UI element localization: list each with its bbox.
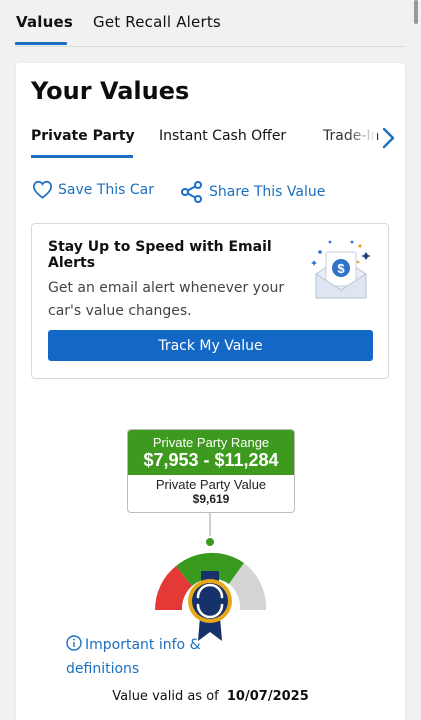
valid-prefix: Value valid as of bbox=[112, 689, 219, 704]
tab-values[interactable]: Values bbox=[16, 13, 73, 31]
track-my-value-button[interactable]: Track My Value bbox=[48, 330, 373, 361]
value-actions: Save This Car Share This Value bbox=[16, 178, 405, 208]
valid-date: 10/07/2025 bbox=[226, 689, 309, 704]
tab-private-party[interactable]: Private Party bbox=[31, 128, 135, 144]
value-type-tabs: Private Party Instant Cash Offer Trade-I… bbox=[16, 123, 405, 163]
value-valid-date: Value valid as of 10/07/2025 bbox=[16, 689, 405, 704]
top-tabs: Values Get Recall Alerts bbox=[0, 0, 405, 48]
svg-text:$: $ bbox=[337, 261, 345, 276]
important-info-label: Important info & definitions bbox=[66, 637, 201, 677]
alert-title: Stay Up to Speed with Email Alerts bbox=[48, 239, 272, 271]
tab-get-recall-alerts[interactable]: Get Recall Alerts bbox=[93, 13, 221, 31]
values-card: Your Values Private Party Instant Cash O… bbox=[16, 63, 405, 720]
share-value-button[interactable]: Share This Value bbox=[180, 180, 325, 204]
envelope-dollar-icon: $ bbox=[311, 240, 371, 299]
top-tabs-divider bbox=[15, 46, 405, 47]
range-value: $7,953 - $11,284 bbox=[143, 450, 279, 470]
save-car-label: Save This Car bbox=[58, 181, 154, 198]
value-gauge bbox=[154, 513, 267, 641]
private-party-value: $9,619 bbox=[192, 492, 230, 506]
tab-instant-cash-offer[interactable]: Instant Cash Offer bbox=[159, 128, 286, 144]
value-section: Private Party Value $9,619 bbox=[128, 475, 294, 506]
range-header: Private Party Range $7,953 - $11,284 bbox=[128, 430, 294, 475]
value-tab-indicator bbox=[31, 155, 133, 158]
important-info-link[interactable]: Important info & definitions bbox=[66, 633, 206, 681]
private-party-value-label: Private Party Value bbox=[155, 477, 267, 492]
range-label: Private Party Range bbox=[152, 435, 270, 450]
email-alert-promo: Stay Up to Speed with Email Alerts Get a… bbox=[31, 223, 389, 379]
chevron-right-icon[interactable] bbox=[377, 124, 399, 152]
price-range-box: Private Party Range $7,953 - $11,284 Pri… bbox=[127, 429, 295, 513]
share-nodes-icon bbox=[181, 181, 202, 203]
share-value-label: Share This Value bbox=[209, 184, 326, 200]
scrollbar-thumb[interactable] bbox=[414, 0, 418, 24]
active-tab-indicator bbox=[15, 42, 67, 45]
info-circle-icon bbox=[66, 635, 82, 651]
heart-outline-icon bbox=[32, 180, 53, 199]
page-title: Your Values bbox=[31, 77, 190, 105]
gauge-pointer-dot bbox=[204, 536, 216, 548]
alert-description: Get an email alert whenever your car's v… bbox=[48, 280, 285, 319]
save-car-button[interactable]: Save This Car bbox=[32, 180, 154, 199]
tabs-fade-overlay bbox=[347, 123, 377, 157]
